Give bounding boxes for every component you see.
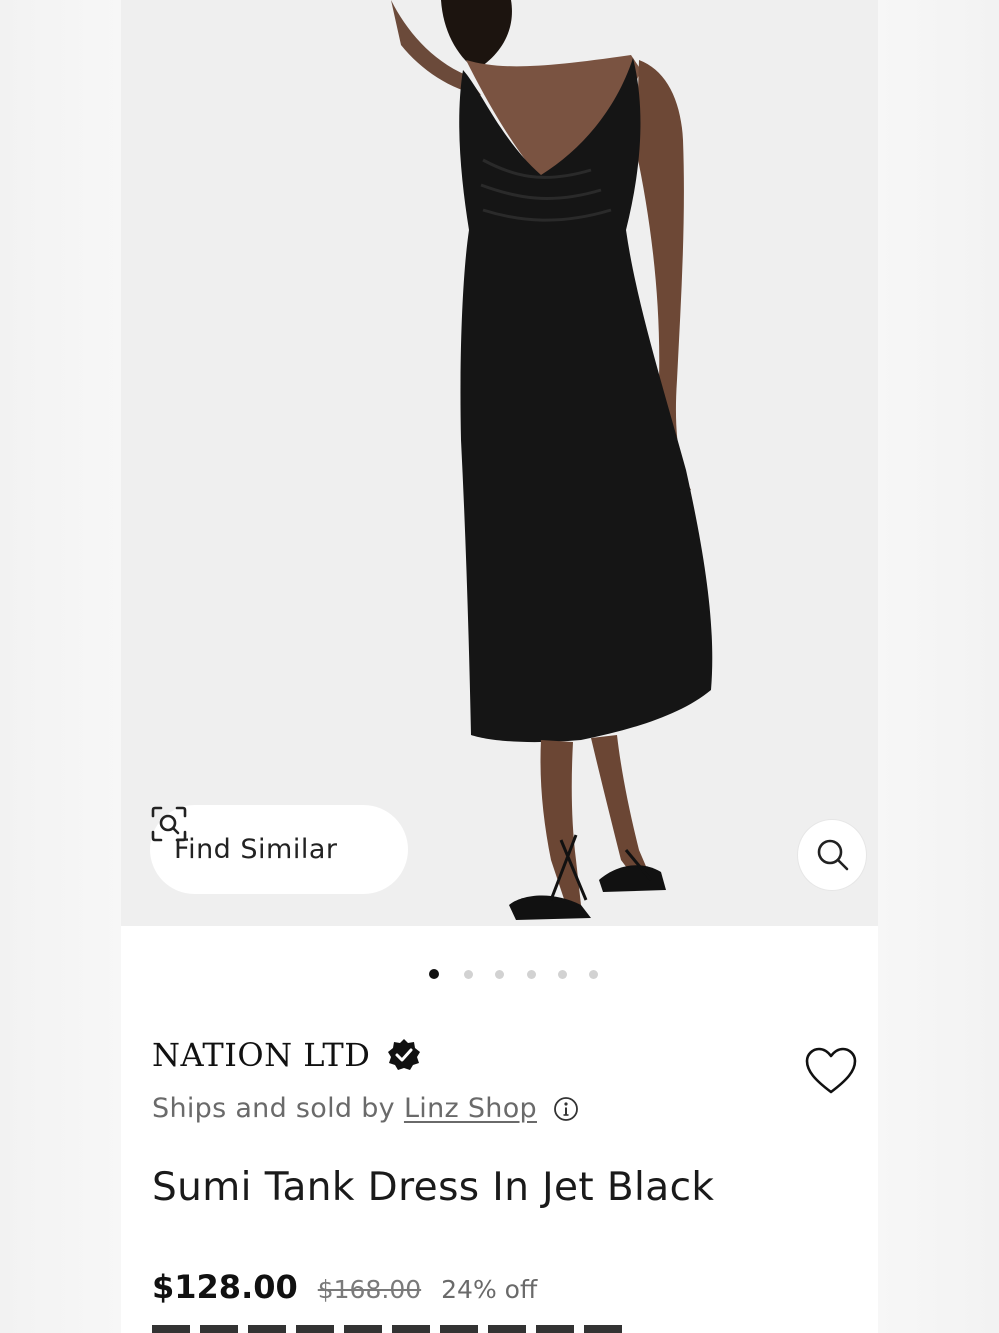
find-similar-button[interactable]: Find Similar	[150, 805, 408, 894]
brand-row: NATION LTD	[152, 1033, 422, 1077]
carousel-indicator	[121, 967, 878, 983]
heart-icon[interactable]	[805, 1047, 857, 1095]
info-icon[interactable]	[553, 1096, 579, 1122]
carousel-dot-2[interactable]	[464, 970, 473, 979]
carousel-dot-5[interactable]	[558, 970, 567, 979]
carousel-dot-1[interactable]	[429, 969, 439, 979]
search-icon	[817, 839, 849, 871]
product-page: Find Similar NATION LTD Ships and sold b…	[0, 0, 999, 1333]
verified-badge-icon	[388, 1039, 421, 1070]
dress-illustration	[391, 0, 713, 920]
zoom-button[interactable]	[797, 819, 867, 891]
price-current: $128.00	[152, 1268, 298, 1306]
ships-prefix: Ships and sold by	[152, 1093, 395, 1124]
find-similar-label: Find Similar	[174, 834, 338, 865]
product-card: Find Similar NATION LTD Ships and sold b…	[121, 0, 878, 1333]
cut-off-text-line	[152, 1322, 622, 1333]
ships-and-sold-by: Ships and sold by Linz Shop	[152, 1093, 579, 1124]
product-image[interactable]: Find Similar	[121, 0, 878, 926]
carousel-dot-4[interactable]	[527, 970, 536, 979]
carousel-dot-3[interactable]	[495, 970, 504, 979]
discount-label: 24% off	[441, 1275, 538, 1304]
camera-search-icon	[151, 806, 187, 842]
carousel-dot-6[interactable]	[589, 970, 598, 979]
shop-link[interactable]: Linz Shop	[404, 1093, 537, 1124]
price-row: $128.00 $168.00 24% off	[152, 1268, 537, 1306]
brand-name[interactable]: NATION LTD	[152, 1036, 370, 1074]
product-title: Sumi Tank Dress In Jet Black	[152, 1165, 715, 1210]
price-original: $168.00	[317, 1275, 422, 1304]
